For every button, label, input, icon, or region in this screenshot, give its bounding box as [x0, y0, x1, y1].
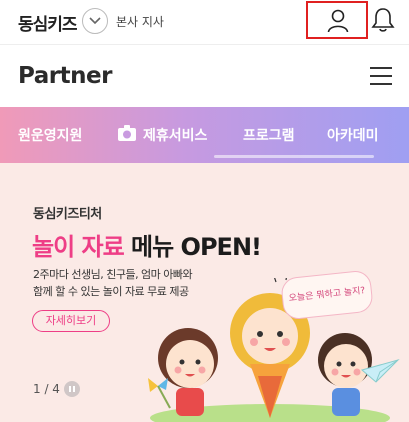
partner-bar: Partner	[0, 44, 409, 107]
category-nav: 원운영지원 제휴서비스 프로그램 아카데미	[0, 107, 409, 163]
brand-name[interactable]: 동심키즈	[18, 10, 78, 35]
user-icon	[327, 9, 349, 33]
nav-item-operation-support[interactable]: 원운영지원	[18, 125, 82, 145]
banner-title: 놀이 자료 메뉴 OPEN!	[32, 227, 262, 262]
hamburger-menu-icon[interactable]	[370, 67, 392, 85]
nav-item-academy[interactable]: 아카데미	[327, 125, 379, 145]
partnership-icon	[118, 125, 136, 141]
nav-item-partnership[interactable]: 제휴서비스	[143, 125, 207, 145]
notification-button[interactable]	[371, 7, 395, 37]
user-button[interactable]	[306, 1, 368, 39]
promo-banner[interactable]: 동심키즈티처 놀이 자료 메뉴 OPEN! 2주마다 선생님, 친구들, 엄마 …	[0, 163, 409, 422]
detail-button[interactable]: 자세히보기	[32, 310, 110, 332]
nav-item-program[interactable]: 프로그램	[243, 125, 295, 145]
partner-logo[interactable]: Partner	[18, 63, 112, 89]
bell-icon	[371, 8, 395, 32]
nav-scroll-indicator	[214, 155, 374, 158]
chevron-down-icon	[89, 17, 101, 25]
pause-icon[interactable]	[64, 381, 80, 397]
branch-label[interactable]: 본사 지사	[116, 13, 164, 30]
banner-brand: 동심키즈티처	[33, 207, 102, 222]
banner-title-rest: 메뉴 OPEN!	[123, 233, 262, 261]
branch-dropdown[interactable]	[82, 8, 108, 34]
slide-pager: 1 / 4	[33, 382, 60, 396]
banner-title-highlight: 놀이 자료	[32, 233, 125, 261]
top-bar: 동심키즈 본사 지사	[0, 0, 409, 44]
